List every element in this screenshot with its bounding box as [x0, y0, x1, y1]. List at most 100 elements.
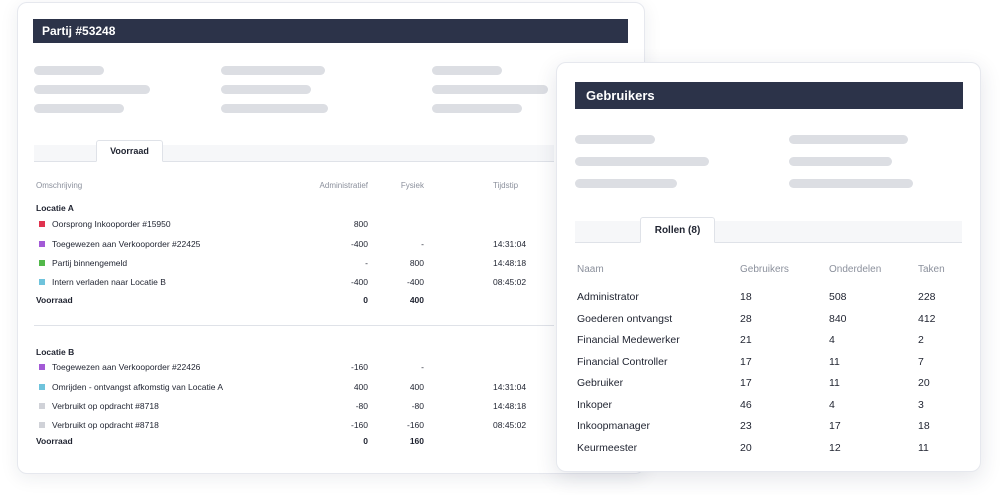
table-header: Naam Gebruikers Onderdelen Taken — [577, 262, 967, 278]
tab-voorraad[interactable]: Voorraad — [96, 140, 163, 162]
col-omschrijving: Omschrijving — [36, 181, 83, 190]
role-users: 20 — [740, 441, 752, 454]
row-tijd: 14:31:04 — [493, 382, 527, 392]
row-fys: -160 — [406, 420, 424, 430]
gebruikers-card: Gebruikers Rollen (8) Naam Gebruikers On… — [556, 62, 981, 472]
status-square-icon — [39, 260, 45, 266]
role-name: Financial Medewerker — [577, 334, 680, 346]
role-tasks: 2 — [918, 334, 924, 346]
status-square-icon — [39, 403, 45, 409]
gebruikers-title: Gebruikers — [575, 82, 963, 109]
placeholder-line — [432, 66, 502, 75]
placeholder-line — [34, 85, 150, 94]
total-label: Voorraad — [36, 295, 73, 305]
table-row[interactable]: Toegewezen aan Verkooporder #22426 -160 … — [34, 360, 554, 374]
row-adm: -160 — [350, 362, 368, 372]
total-fys: 160 — [409, 436, 424, 446]
role-parts: 11 — [829, 377, 840, 389]
table-row[interactable]: Financial Medewerker 21 4 2 — [577, 332, 967, 348]
role-tasks: 7 — [918, 355, 924, 368]
status-square-icon — [39, 384, 45, 390]
table-row[interactable]: Goederen ontvangst 28 840 412 — [577, 311, 967, 327]
role-parts: 4 — [829, 334, 835, 346]
table-row[interactable]: Financial Controller 17 11 7 — [577, 354, 967, 370]
status-square-icon — [39, 422, 45, 428]
placeholder-line — [432, 85, 548, 94]
col-gebruikers: Gebruikers — [740, 264, 789, 275]
placeholder-line — [34, 66, 104, 75]
row-desc: Omrijden - ontvangst afkomstig van Locat… — [52, 382, 224, 392]
row-fys: - — [421, 362, 424, 372]
table-row[interactable]: Verbruikt op opdracht #8718 -80 -80 14:4… — [34, 399, 554, 413]
row-fys: - — [421, 239, 424, 249]
placeholder-line — [221, 104, 328, 113]
table-row[interactable]: Oorsprong Inkooporder #15950 800 — [34, 217, 554, 231]
row-desc: Intern verladen naar Locatie B — [52, 277, 166, 287]
table-row[interactable]: Gebruiker 17 11 20 — [577, 375, 967, 391]
row-desc: Partij binnengemeld — [52, 258, 128, 268]
col-naam: Naam — [577, 264, 604, 275]
section-divider — [34, 325, 554, 326]
total-row: Voorraad 0 160 — [34, 434, 554, 448]
section-label-text: Locatie A — [36, 203, 74, 213]
role-tasks: 412 — [918, 312, 936, 325]
total-row: Voorraad 0 400 — [34, 293, 554, 307]
placeholder-line — [789, 135, 908, 144]
row-desc: Oorsprong Inkooporder #15950 — [52, 219, 171, 229]
placeholder-line — [575, 157, 709, 166]
row-tijd: 14:48:18 — [493, 401, 527, 411]
table-row[interactable]: Partij binnengemeld - 800 14:48:18 — [34, 256, 554, 270]
tab-rollen[interactable]: Rollen (8) — [640, 217, 715, 243]
role-tasks: 18 — [918, 420, 930, 432]
row-adm: -160 — [350, 420, 368, 430]
table-header: Omschrijving Administratief Fysiek Tijds… — [34, 179, 554, 193]
col-tijdstip: Tijdstip — [493, 181, 519, 190]
table-row[interactable]: Inkoopmanager 23 17 18 — [577, 418, 967, 434]
total-fys: 400 — [409, 295, 424, 305]
partij-tabbar: Voorraad — [34, 140, 554, 162]
table-row[interactable]: Verbruikt op opdracht #8718 -160 -160 08… — [34, 418, 554, 432]
table-row[interactable]: Keurmeester 20 12 11 — [577, 440, 967, 456]
role-name: Keurmeester — [577, 441, 638, 454]
status-square-icon — [39, 279, 45, 285]
status-square-icon — [39, 221, 45, 227]
role-name: Goederen ontvangst — [577, 312, 673, 325]
role-parts: 12 — [829, 441, 841, 454]
role-tasks: 11 — [918, 441, 929, 454]
status-square-icon — [39, 241, 45, 247]
role-name: Administrator — [577, 291, 639, 303]
role-tasks: 3 — [918, 398, 924, 411]
row-fys: 800 — [409, 258, 424, 268]
table-row[interactable]: Administrator 18 508 228 — [577, 289, 967, 305]
role-users: 17 — [740, 355, 752, 368]
role-parts: 840 — [829, 312, 847, 325]
role-users: 28 — [740, 312, 752, 325]
row-adm: 800 — [353, 219, 368, 229]
total-label: Voorraad — [36, 436, 73, 446]
row-adm: -400 — [350, 239, 368, 249]
placeholder-line — [575, 135, 655, 144]
row-desc: Toegewezen aan Verkooporder #22425 — [52, 239, 201, 249]
status-square-icon — [39, 364, 45, 370]
role-parts: 4 — [829, 398, 835, 411]
table-row[interactable]: Omrijden - ontvangst afkomstig van Locat… — [34, 380, 554, 394]
role-users: 21 — [740, 334, 752, 346]
row-fys: -80 — [411, 401, 424, 411]
row-tijd: 08:45:02 — [493, 277, 527, 287]
section-label: Locatie B — [34, 345, 554, 359]
row-fys: 400 — [409, 382, 424, 392]
total-adm: 0 — [363, 436, 368, 446]
table-row[interactable]: Inkoper 46 4 3 — [577, 397, 967, 413]
table-row[interactable]: Intern verladen naar Locatie B -400 -400… — [34, 275, 554, 289]
row-tijd: 14:48:18 — [493, 258, 527, 268]
gebruikers-tabbar: Rollen (8) — [575, 217, 962, 243]
role-name: Financial Controller — [577, 355, 668, 368]
row-tijd: 14:31:04 — [493, 239, 527, 249]
partij-title: Partij #53248 — [33, 19, 628, 43]
row-desc: Verbruikt op opdracht #8718 — [52, 420, 159, 430]
table-row[interactable]: Toegewezen aan Verkooporder #22425 -400 … — [34, 237, 554, 251]
role-users: 17 — [740, 377, 752, 389]
section-label: Locatie A — [34, 201, 554, 215]
role-users: 18 — [740, 291, 752, 303]
role-users: 46 — [740, 398, 752, 411]
